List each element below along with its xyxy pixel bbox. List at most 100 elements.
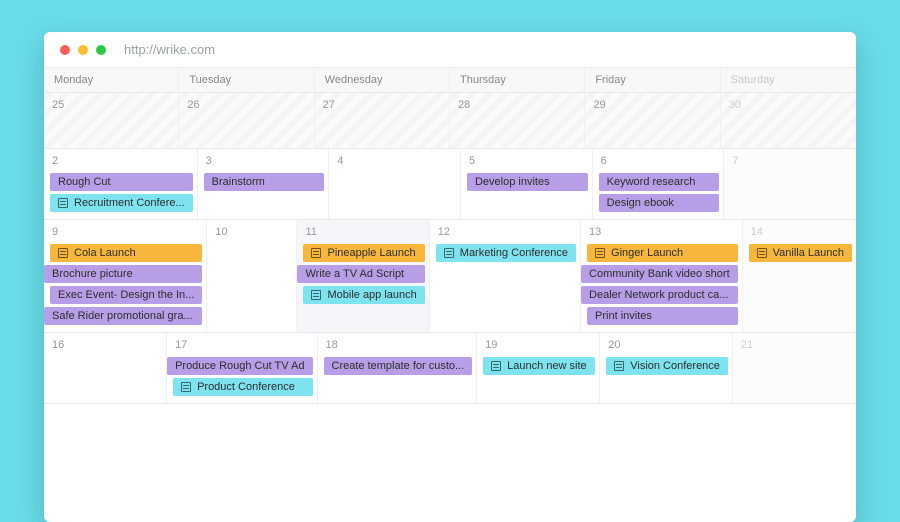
calendar-event[interactable]: Vision Conference [606, 357, 728, 375]
close-icon[interactable] [60, 45, 70, 55]
event-label: Product Conference [197, 381, 295, 393]
calendar-day[interactable]: 9 Cola Launch Brochure picture Exec Event- … [44, 220, 207, 332]
calendar-event[interactable]: Dealer Network product ca... [581, 286, 738, 304]
calendar-day[interactable]: 4 [329, 149, 461, 219]
day-number: 2 [44, 153, 197, 171]
calendar-day[interactable]: 26 [179, 93, 314, 148]
calendar-day[interactable]: 21 [733, 333, 856, 403]
event-label: Marketing Conference [460, 247, 568, 259]
day-header: Friday [585, 68, 720, 92]
calendar-event[interactable]: Cola Launch [50, 244, 202, 262]
calendar-event[interactable]: Produce Rough Cut TV Ad [167, 357, 312, 375]
calendar-day[interactable]: 13Ginger LaunchCommunity Bank video shor… [581, 220, 743, 332]
calendar-day[interactable]: 11 Pineapple Launch Write a TV Ad Script Mo… [297, 220, 429, 332]
event-label: Vision Conference [630, 360, 720, 372]
calendar-day[interactable]: 2 Rough Cut Recruitment Confere... [44, 149, 198, 219]
calendar-week: 2 Rough Cut Recruitment Confere... 3 Brainst… [44, 149, 856, 220]
event-label: Rough Cut [58, 176, 111, 188]
calendar-day[interactable]: 14Vanilla Launch [743, 220, 856, 332]
day-number: 7 [724, 153, 856, 171]
event-label: Safe Rider promotional gra... [52, 310, 193, 322]
event-label: Ginger Launch [611, 247, 683, 259]
day-number: 26 [179, 97, 313, 115]
calendar-event[interactable]: Marketing Conference [436, 244, 576, 262]
minimize-icon[interactable] [78, 45, 88, 55]
calendar-day[interactable]: 17Produce Rough Cut TV AdProduct Confere… [167, 333, 317, 403]
calendar-day[interactable]: 28 [450, 93, 585, 148]
event-icon [311, 248, 321, 258]
calendar-event[interactable]: Create template for custo... [324, 357, 473, 375]
event-label: Print invites [595, 310, 652, 322]
calendar-event[interactable]: Safe Rider promotional gra... [44, 307, 202, 325]
calendar-day[interactable]: 20 Vision Conference [600, 333, 733, 403]
calendar-day[interactable]: 7 [724, 149, 856, 219]
calendar-event[interactable]: Exec Event- Design the In... [50, 286, 202, 304]
event-icon [491, 361, 501, 371]
day-header: Wednesday [315, 68, 450, 92]
event-label: Brochure picture [52, 268, 133, 280]
day-number: 11 [297, 224, 428, 242]
event-icon [757, 248, 767, 258]
day-number: 21 [733, 337, 856, 355]
calendar-event[interactable]: Launch new site [483, 357, 595, 375]
event-label: Develop invites [475, 176, 550, 188]
event-label: Pineapple Launch [327, 247, 415, 259]
event-label: Brainstorm [212, 176, 265, 188]
calendar-day[interactable]: 5Develop invites [461, 149, 593, 219]
event-icon [58, 248, 68, 258]
calendar-event[interactable]: Product Conference [173, 378, 312, 396]
calendar-event[interactable]: Brochure picture [44, 265, 202, 283]
maximize-icon[interactable] [96, 45, 106, 55]
calendar-event[interactable]: Design ebook [599, 194, 720, 212]
event-icon [444, 248, 454, 258]
calendar-day[interactable]: 27 [315, 93, 450, 148]
day-number: 25 [44, 97, 178, 115]
calendar-event[interactable]: Ginger Launch [587, 244, 738, 262]
calendar-day[interactable]: 16 [44, 333, 167, 403]
address-bar-url[interactable]: http://wrike.com [124, 42, 215, 57]
event-icon [181, 382, 191, 392]
day-number: 3 [198, 153, 329, 171]
event-label: Dealer Network product ca... [589, 289, 728, 301]
day-number: 20 [600, 337, 732, 355]
calendar-event[interactable]: Print invites [587, 307, 738, 325]
calendar-body: 252627282930 2 Rough Cut Recruitment Confer… [44, 93, 856, 404]
event-label: Exec Event- Design the In... [58, 289, 194, 301]
event-label: Write a TV Ad Script [305, 268, 404, 280]
calendar-event[interactable]: Write a TV Ad Script [297, 265, 424, 283]
calendar-event[interactable]: Pineapple Launch [303, 244, 424, 262]
calendar-day[interactable]: 18Create template for custo... [318, 333, 478, 403]
day-number: 10 [207, 224, 296, 242]
day-header: Monday [44, 68, 179, 92]
calendar-event[interactable]: Brainstorm [204, 173, 325, 191]
calendar-day[interactable]: 12Marketing Conference [430, 220, 581, 332]
event-icon [58, 198, 68, 208]
calendar-event[interactable]: Rough Cut [50, 173, 193, 191]
calendar-day[interactable]: 10 [207, 220, 297, 332]
calendar-event[interactable]: Vanilla Launch [749, 244, 852, 262]
calendar-event[interactable]: Mobile app launch [303, 286, 424, 304]
day-number: 29 [585, 97, 719, 115]
calendar-event[interactable]: Recruitment Confere... [50, 194, 193, 212]
event-label: Create template for custo... [332, 360, 465, 372]
day-number: 27 [315, 97, 449, 115]
calendar-day[interactable]: 25 [44, 93, 179, 148]
day-number: 28 [450, 97, 584, 115]
event-icon [614, 361, 624, 371]
calendar-day[interactable]: 30 [721, 93, 856, 148]
day-number: 19 [477, 337, 599, 355]
calendar-day-headers: MondayTuesdayWednesdayThursdayFridaySatu… [44, 68, 856, 93]
calendar-event[interactable]: Develop invites [467, 173, 588, 191]
window-titlebar: http://wrike.com [44, 32, 856, 68]
calendar-day[interactable]: 3 Brainstorm [198, 149, 330, 219]
day-number: 9 [44, 224, 206, 242]
event-label: Cola Launch [74, 247, 136, 259]
calendar-day[interactable]: 19 Launch new site [477, 333, 600, 403]
calendar-event[interactable]: Keyword research [599, 173, 720, 191]
calendar-event[interactable]: Community Bank video short [581, 265, 738, 283]
event-label: Launch new site [507, 360, 587, 372]
event-label: Community Bank video short [589, 268, 730, 280]
calendar-day[interactable]: 29 [585, 93, 720, 148]
event-icon [311, 290, 321, 300]
calendar-day[interactable]: 6Keyword researchDesign ebook [593, 149, 725, 219]
